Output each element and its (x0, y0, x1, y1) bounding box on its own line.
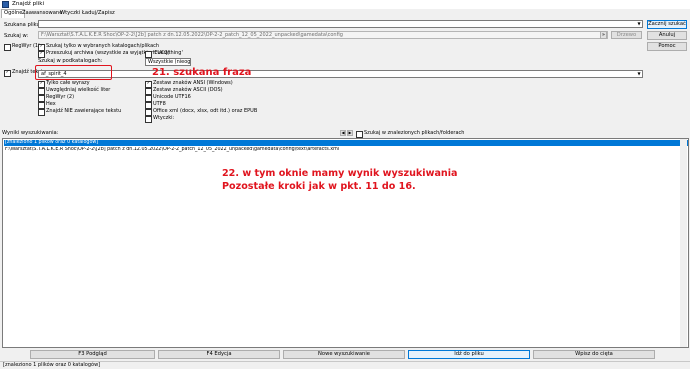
cancel-button[interactable]: Anuluj (647, 31, 687, 40)
annotation-22-line1: 22. w tym oknie mamy wynik wyszukiwania (222, 168, 458, 179)
edit-button[interactable]: F4 Edycja (158, 350, 280, 359)
tab-bar: Ogólne Zaawansowane Wtyczki Ładuj/Zapisz (0, 9, 690, 18)
hex-checkbox[interactable] (38, 102, 45, 109)
chevron-down-icon[interactable]: ▼ (636, 21, 642, 27)
archives-checkbox[interactable]: ✓ (38, 51, 45, 58)
ascii-checkbox[interactable] (145, 88, 152, 95)
new-search-button[interactable]: Nowe wyszukiwanie (283, 350, 405, 359)
only-selected-checkbox[interactable]: ✓ (38, 44, 45, 51)
whole-words-checkbox[interactable]: ✓ (38, 81, 45, 88)
search-in-label: Szukaj w: (4, 33, 29, 39)
list-item[interactable]: [znaleziono 1 plików oraz 0 katalogów] (4, 140, 688, 146)
tree-button[interactable]: Drzewo (611, 31, 642, 39)
title-bar: Znajdź pliki (0, 0, 690, 9)
find-text-input[interactable]: af_spirit_4 (38, 70, 643, 78)
results-label: Wyniki wyszukiwania: (2, 130, 59, 136)
scrollbar[interactable] (680, 139, 687, 347)
subdirs-label: Szukaj w podkatalogach: (38, 58, 103, 64)
tab-plugins[interactable]: Wtyczki (58, 10, 82, 16)
feed-to-listbox-button[interactable]: Wpisz do cięta (533, 350, 655, 359)
annotation-22-line2: Pozostałe kroki jak w pkt. 11 do 16. (222, 181, 416, 192)
browse-button[interactable]: » (600, 31, 607, 39)
plugins-checkbox[interactable] (145, 116, 152, 123)
utf16-checkbox[interactable] (145, 95, 152, 102)
annotation-21: 21. szukana fraza (152, 67, 252, 78)
search-for-input[interactable] (38, 20, 643, 28)
find-text-checkbox[interactable]: ✓ (4, 70, 11, 77)
highlight-box (35, 65, 112, 80)
case-checkbox[interactable] (38, 88, 45, 95)
search-for-label: Szukana pliku: (4, 22, 42, 28)
status-bar: [znaleziono 1 plików oraz 0 katalogów] (0, 361, 690, 369)
view-button[interactable]: F3 Podgląd (30, 350, 155, 359)
window-title: Znajdź pliki (12, 1, 45, 7)
not-containing-checkbox[interactable] (38, 109, 45, 116)
chevron-down-icon[interactable]: ▼ (636, 71, 642, 77)
ansi-checkbox[interactable]: ✓ (145, 81, 152, 88)
help-button[interactable]: Pomoc (647, 42, 687, 51)
subdirs-select[interactable]: Wszystkie (nieogr. głęb.) (145, 58, 191, 66)
chevron-left-icon[interactable]: ◀ (340, 130, 346, 136)
utf8-checkbox[interactable] (145, 102, 152, 109)
search-in-input[interactable]: F:\Warsztat\S.T.A.L.K.E.R Shoc\OP-2-2\[2… (38, 31, 608, 39)
list-item[interactable]: F:\Warsztat\S.T.A.L.K.E.R Shoc\OP-2-2\[2… (4, 147, 688, 153)
office-checkbox[interactable] (145, 109, 152, 116)
regex-text-checkbox[interactable] (38, 95, 45, 102)
everything-checkbox[interactable] (145, 51, 152, 58)
start-search-button[interactable]: Zacznij szukać (647, 20, 687, 29)
regex-name-checkbox[interactable] (4, 44, 11, 51)
search-in-found-checkbox[interactable] (356, 131, 363, 138)
tab-load-save[interactable]: Ładuj/Zapisz (80, 10, 117, 16)
app-icon (2, 1, 9, 8)
chevron-right-icon[interactable]: ▶ (347, 130, 353, 136)
go-to-file-button[interactable]: Idź do pliku (408, 350, 530, 359)
